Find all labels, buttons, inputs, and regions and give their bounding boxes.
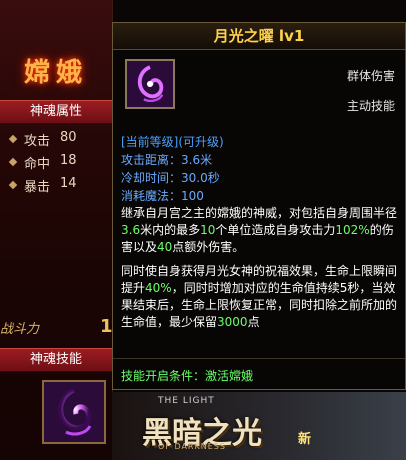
new-badge: 新 [298,432,312,447]
diamond-bullet-icon [8,134,18,144]
stat-label: 消耗魔法： [121,189,182,203]
stat-label: 冷却时间： [121,171,182,185]
attribute-value: 80 [60,130,77,145]
stat-mana-cost: 消耗魔法：100 [121,187,204,204]
character-name: 嫦娥 [23,58,88,88]
attribute-label: 暴击 [24,180,51,195]
combat-power-label: 战斗力 [0,322,40,337]
tooltip-title: 月光之曜 lv1 [113,23,405,50]
attribute-label: 命中 [24,157,51,172]
diamond-bullet-icon [8,157,18,167]
stat-value: 100 [181,189,204,203]
skill-kind: 主动技能 [346,99,395,113]
diamond-bullet-icon [8,180,18,190]
purple-swirl-icon [127,61,173,107]
skill-description-1: 继承自月宫之主的嫦娥的神威，对包括自身周围半径3.6米内的最多10个单位造成自身… [121,206,398,254]
skill-damage-type: 群体伤害 [346,69,395,83]
tooltip-divider [113,358,405,359]
skill-unlock-condition: 技能开启条件：激活嫦娥 [121,369,254,383]
attribute-value: 18 [60,153,77,168]
stat-cooldown: 冷却时间：30.0秒 [121,169,220,186]
attributes-section-header: 神魂属性 [0,100,112,124]
stat-range: 攻击距离：3.6米 [121,151,212,168]
skills-section-header: 神魂技能 [0,348,112,372]
skill-level-tag: [当前等级](可升级) [121,135,224,149]
game-logo: THE LIGHT 黑暗之光 OF DARKNESS 新 [112,392,406,460]
attribute-row-attack: 攻击 80 [8,130,110,150]
logo-subtitle-top: THE LIGHT [158,396,215,406]
skill-tooltip: 月光之曜 lv1 群体伤害 主动技能 [当前等级](可升级) 攻击距离：3.6米… [112,22,406,390]
stat-value: 3.6米 [181,153,213,167]
attribute-row-crit: 暴击 14 [8,176,110,196]
skill-description-2: 同时使自身获得月光女神的祝福效果，生命上限瞬间提升40%，同时时增加对应的生命值… [121,264,398,329]
stat-value: 30.0秒 [181,171,220,185]
logo-subtitle-bottom: OF DARKNESS [158,442,226,451]
attribute-value: 14 [60,176,77,191]
combat-power-digit: 1 [100,316,113,337]
purple-swirl-icon [44,382,104,442]
tooltip-skill-icon [125,59,175,109]
character-panel: 嫦娥 神魂属性 攻击 80 命中 18 暴击 14 战斗力 1 神魂技能 [0,0,113,460]
skill-slot-moonlight[interactable] [42,380,106,444]
attribute-row-hit: 命中 18 [8,153,110,173]
attribute-label: 攻击 [24,134,51,149]
stat-label: 攻击距离： [121,153,182,167]
